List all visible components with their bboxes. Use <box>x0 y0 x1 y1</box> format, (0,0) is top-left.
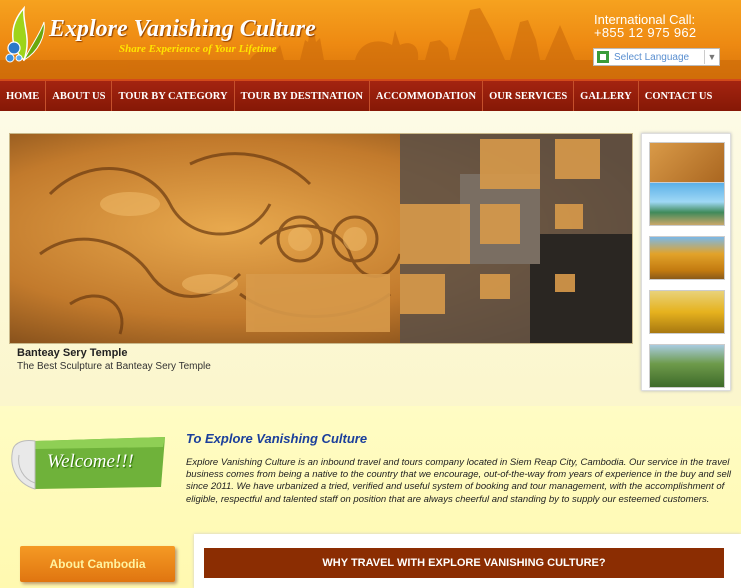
google-translate-icon <box>597 51 609 63</box>
logo-tagline: Share Experience of Your Lifetime <box>119 43 277 55</box>
temple-carving-image <box>10 134 632 343</box>
welcome-body: Explore Vanishing Culture is an inbound … <box>186 457 731 505</box>
slide-caption-title: Banteay Sery Temple <box>17 347 128 359</box>
about-cambodia-button[interactable]: About Cambodia <box>20 546 175 582</box>
international-phone-number: +855 12 975 962 <box>594 25 697 40</box>
dropdown-arrow-icon: ▼ <box>707 52 717 62</box>
nav-contact-us[interactable]: CONTACT US <box>639 81 719 111</box>
logo-leaf-icon <box>5 5 45 63</box>
site-header: Explore Vanishing Culture Share Experien… <box>0 0 741 79</box>
nav-tour-by-category[interactable]: TOUR BY CATEGORY <box>112 81 235 111</box>
nav-about-us[interactable]: ABOUT US <box>46 81 113 111</box>
thumbnail-green-hills[interactable] <box>649 344 725 388</box>
logo-title[interactable]: Explore Vanishing Culture <box>49 16 316 43</box>
main-nav: HOME ABOUT US TOUR BY CATEGORY TOUR BY D… <box>0 79 741 111</box>
thumbnail-strip <box>641 133 731 391</box>
nav-our-services[interactable]: OUR SERVICES <box>483 81 575 111</box>
language-select-label: Select Language <box>614 51 690 63</box>
slideshow-image[interactable] <box>9 133 633 344</box>
language-select[interactable]: Select Language ▼ <box>593 48 720 66</box>
thumbnail-pagoda[interactable] <box>649 236 725 280</box>
thumbnail-reclining-buddha[interactable] <box>649 290 725 334</box>
nav-accommodation[interactable]: ACCOMMODATION <box>370 81 484 111</box>
why-travel-header: WHY TRAVEL WITH EXPLORE VANISHING CULTUR… <box>204 548 724 578</box>
thumbnail-sculpture[interactable] <box>649 142 725 186</box>
slide-caption-subtitle: The Best Sculpture at Banteay Sery Templ… <box>17 361 211 372</box>
nav-gallery[interactable]: GALLERY <box>574 81 639 111</box>
welcome-badge-text: Welcome!!! <box>47 451 134 472</box>
thumbnail-beach[interactable] <box>649 182 725 226</box>
nav-home[interactable]: HOME <box>0 81 47 111</box>
welcome-title: To Explore Vanishing Culture <box>186 431 368 446</box>
nav-tour-by-destination[interactable]: TOUR BY DESTINATION <box>235 81 370 111</box>
